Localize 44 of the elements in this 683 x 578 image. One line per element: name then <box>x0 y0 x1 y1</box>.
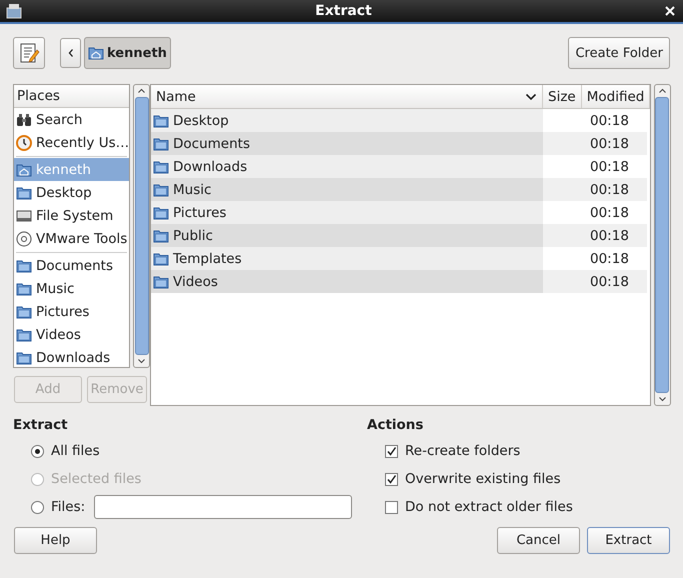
modified-time: 00:18 <box>590 228 629 244</box>
file-name: Public <box>173 228 213 244</box>
section-heading: Actions <box>367 417 424 435</box>
radio-label: All files <box>51 443 100 459</box>
column-header[interactable]: Size <box>543 85 582 108</box>
radio-label: Selected files <box>51 471 142 487</box>
file-name: Documents <box>173 136 250 152</box>
column-header[interactable]: Modified <box>582 85 650 108</box>
dialog-button[interactable]: Cancel <box>497 527 580 554</box>
file-name: Desktop <box>173 112 229 128</box>
modified-time: 00:18 <box>590 136 629 152</box>
column-header[interactable]: Places <box>14 85 130 108</box>
section-heading: Extract <box>13 417 69 435</box>
modified-time: 00:18 <box>590 274 629 290</box>
path-button[interactable]: kenneth <box>84 37 171 69</box>
column-header[interactable]: Name <box>151 85 543 108</box>
file-name: Templates <box>173 250 242 266</box>
checkbox-label: Do not extract older files <box>405 499 573 515</box>
dialog-button[interactable]: Extract <box>587 527 670 554</box>
file-name: Videos <box>173 274 218 290</box>
place-item[interactable]: Music <box>14 277 130 300</box>
file-name: Downloads <box>173 158 248 174</box>
modified-time: 00:18 <box>590 182 629 198</box>
file-name: Music <box>173 182 212 198</box>
file-name: Pictures <box>173 204 226 220</box>
place-item[interactable]: Videos <box>14 323 130 346</box>
place-item[interactable]: Downloads <box>14 346 130 367</box>
place-item[interactable]: Recently Us… <box>14 131 130 154</box>
checkbox-label: Re-create folders <box>405 443 520 459</box>
create-folder-button[interactable]: Create Folder <box>568 37 670 69</box>
modified-time: 00:18 <box>590 112 629 128</box>
modified-time: 00:18 <box>590 204 629 220</box>
radio-label: Files: <box>51 499 86 515</box>
modified-time: 00:18 <box>590 250 629 266</box>
place-item[interactable]: VMware Tools <box>14 227 130 250</box>
window-title: Extract <box>314 3 373 19</box>
place-item[interactable]: File System <box>14 204 130 227</box>
place-item[interactable]: Documents <box>14 254 130 277</box>
dialog-button[interactable]: Help <box>14 527 97 554</box>
place-item[interactable]: Desktop <box>14 181 130 204</box>
place-item[interactable]: Search <box>14 108 130 131</box>
checkbox-label: Overwrite existing files <box>405 471 561 487</box>
modified-time: 00:18 <box>590 158 629 174</box>
place-item[interactable]: Pictures <box>14 300 130 323</box>
